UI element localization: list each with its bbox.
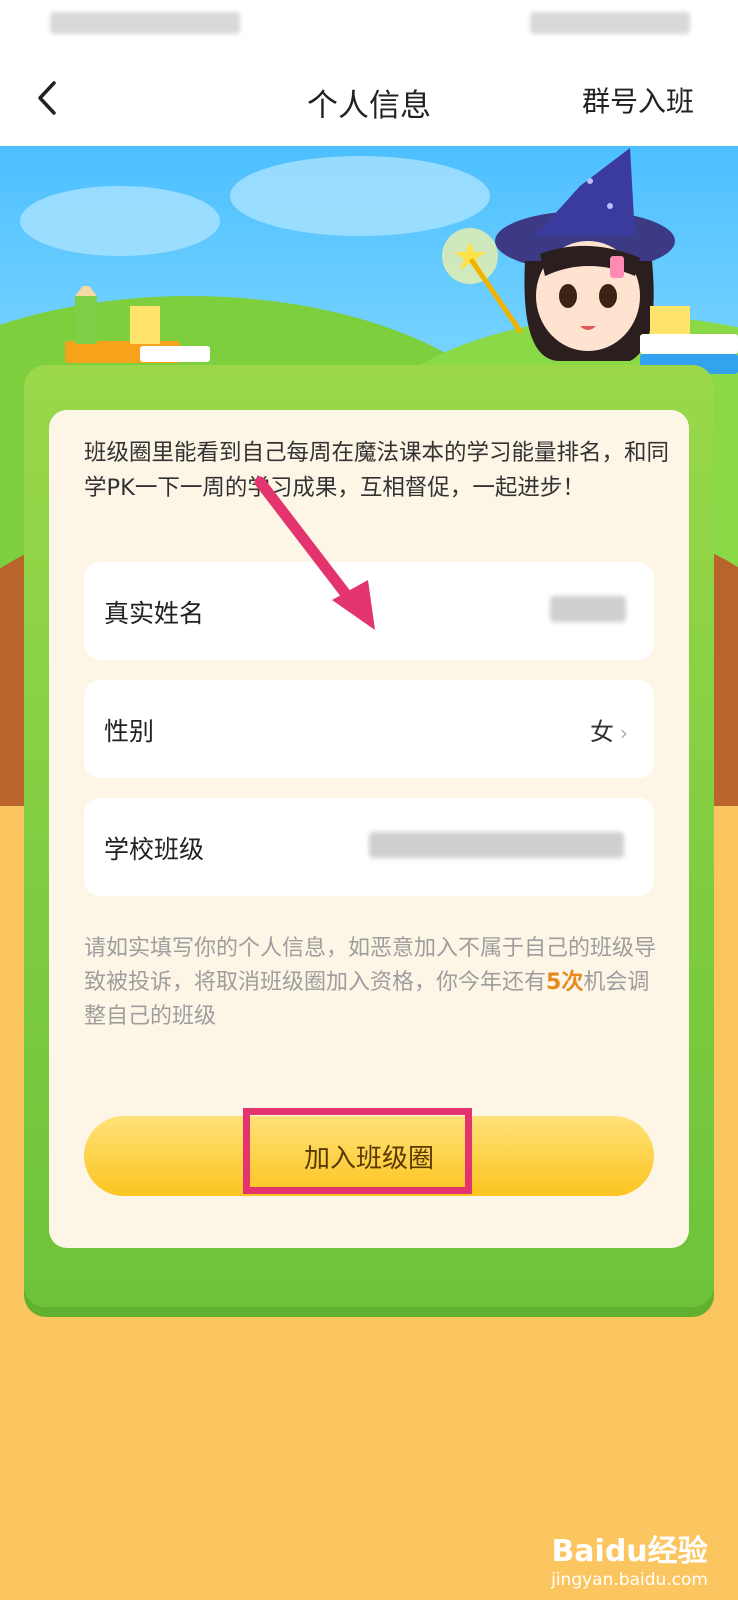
- join-by-group-id-link[interactable]: 群号入班: [582, 80, 694, 120]
- redacted-value: [369, 832, 624, 858]
- field-value: 女 ›: [590, 712, 628, 747]
- notice-text: 请如实填写你的个人信息，如恶意加入不属于自己的班级导致被投诉，将取消班级圈加入资…: [84, 932, 660, 1034]
- gender-value: 女: [590, 718, 614, 746]
- watermark-logo: Baidu经验: [551, 1534, 708, 1569]
- field-label: 真实姓名: [104, 599, 205, 628]
- status-left-blurred: [50, 12, 240, 34]
- nav-bar: 个人信息 群号入班: [0, 50, 738, 146]
- pencil-books-icon: [65, 286, 210, 363]
- status-bar: [0, 0, 738, 50]
- annotation-arrow-icon: [254, 476, 375, 630]
- chevron-right-icon: ›: [620, 721, 628, 745]
- field-label: 性别: [104, 717, 155, 746]
- notice-count: 5次: [546, 970, 584, 995]
- field-label: 学校班级: [104, 835, 205, 864]
- cloud-shape: [20, 186, 220, 256]
- field-gender[interactable]: 性别 女 ›: [84, 680, 654, 778]
- field-school-class[interactable]: 学校班级: [84, 798, 654, 896]
- annotation-highlight-box: [243, 1108, 472, 1194]
- watermark-url: jingyan.baidu.com: [551, 1570, 708, 1590]
- watermark: Baidu经验 jingyan.baidu.com: [551, 1526, 708, 1590]
- redacted-value: [550, 596, 626, 622]
- status-right-blurred: [530, 12, 690, 34]
- books-icon: [640, 306, 738, 374]
